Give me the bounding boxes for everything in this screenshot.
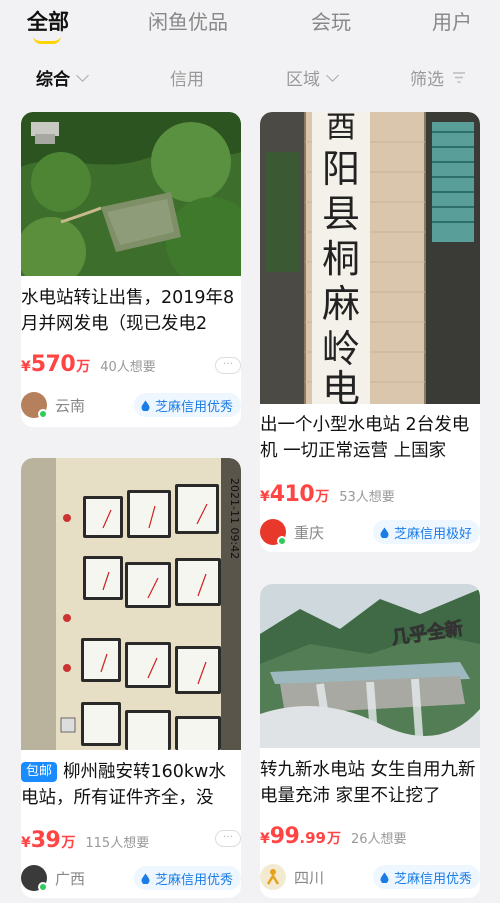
avatar[interactable] (21, 392, 48, 419)
listing-photo[interactable]: 酉 阳 县 桐 麻 岭 电 (260, 112, 480, 404)
want-count: 53人想要 (339, 490, 395, 505)
sesame-credit-icon (380, 527, 389, 538)
online-status-dot (277, 536, 287, 546)
listing-photo[interactable]: 几乎全新 (260, 584, 480, 748)
price-decimal: .99 (299, 829, 326, 847)
price-currency: ¥ (260, 831, 270, 847)
seller-row: 云南 芝麻信用优秀 (21, 390, 241, 420)
credit-label: 芝麻信用优秀 (154, 399, 233, 415)
listing-title: 出一个小型水电站 2台发电机 一切正常运营 上国家 (260, 415, 470, 461)
filter-overall-label: 综合 (36, 70, 70, 90)
active-tab-indicator (33, 36, 61, 44)
sign-text: 酉 (326, 112, 356, 145)
svg-text:岭: 岭 (322, 327, 360, 371)
svg-text:电: 电 (322, 367, 360, 404)
price-unit: 万 (326, 831, 341, 847)
filter-overall[interactable]: 综合 (36, 65, 89, 90)
credit-label: 芝麻信用优秀 (393, 871, 472, 887)
want-count: 40人想要 (100, 360, 156, 375)
price-value: 570 (30, 352, 76, 377)
tab-users[interactable]: 用户 (432, 6, 472, 35)
want-count: 115人想要 (85, 836, 150, 851)
listing-card[interactable]: 几乎全新 转九新水电站 女生自用九新 电量充沛 家里不让挖了 ¥ 99 .99 … (260, 584, 480, 898)
more-options-button[interactable]: ··· (215, 830, 241, 847)
svg-text:阳: 阳 (322, 147, 360, 191)
price-currency: ¥ (21, 835, 31, 851)
listing-card[interactable]: 2021-11 09:42 包邮 柳州融安转160kw水电站，所有证件齐全，没 ¥… (21, 458, 241, 898)
sesame-credit-icon (141, 400, 150, 411)
price-row: ¥ 570 万 40人想要 (21, 352, 241, 378)
filter-credit-label: 信用 (170, 70, 204, 90)
tab-play[interactable]: 会玩 (311, 6, 351, 35)
listing-title: 转九新水电站 女生自用九新 电量充沛 家里不让挖了 (260, 760, 476, 806)
credit-label: 芝麻信用极好 (393, 526, 472, 542)
price-value: 39 (30, 828, 61, 853)
listing-card[interactable]: 酉 阳 县 桐 麻 岭 电 出一个小型水电站 2台发电机 一切正常运营 上国家 … (260, 112, 480, 552)
listing-card[interactable]: 水电站转让出售，2019年8月并网发电（现已发电2 ¥ 570 万 40人想要 … (21, 112, 241, 427)
chevron-down-icon (76, 68, 89, 82)
seller-region: 广西 (55, 869, 86, 888)
online-status-dot (38, 882, 48, 892)
svg-text:桐: 桐 (322, 237, 360, 281)
avatar[interactable] (260, 519, 287, 546)
price-row: ¥ 99 .99 万 26人想要 (260, 824, 480, 850)
price-value: 410 (269, 482, 315, 507)
seller-row: 广西 芝麻信用优秀 (21, 863, 241, 893)
seller-row: 四川 芝麻信用优秀 (260, 862, 480, 892)
filter-bar: 综合 信用 区域 筛选 (0, 52, 500, 100)
avatar[interactable] (260, 864, 286, 890)
more-options-button[interactable]: ··· (215, 357, 241, 374)
credit-badge: 芝麻信用优秀 (133, 866, 241, 890)
svg-text:县: 县 (322, 192, 360, 236)
listing-title: 水电站转让出售，2019年8月并网发电（现已发电2 (21, 288, 235, 334)
filter-region-label: 区域 (286, 70, 320, 90)
credit-badge: 芝麻信用极好 (372, 520, 480, 544)
credit-label: 芝麻信用优秀 (154, 872, 233, 888)
price-unit: 万 (61, 835, 76, 851)
listing-photo[interactable]: 2021-11 09:42 (21, 458, 241, 750)
price-currency: ¥ (21, 359, 31, 375)
listing-photo[interactable] (21, 112, 241, 276)
credit-badge: 芝麻信用优秀 (372, 865, 480, 889)
top-tab-bar: 全部 闲鱼优品 会玩 用户 (0, 0, 500, 46)
filter-region[interactable]: 区域 (286, 65, 339, 90)
svg-text:麻: 麻 (322, 282, 360, 326)
photo-timestamp: 2021-11 09:42 (228, 478, 241, 559)
price-unit: 万 (315, 489, 330, 505)
filter-screen-label: 筛选 (410, 70, 444, 90)
seller-region: 重庆 (294, 523, 325, 542)
free-shipping-badge: 包邮 (21, 762, 58, 782)
price-row: ¥ 39 万 115人想要 (21, 828, 241, 854)
seller-row: 重庆 芝麻信用极好 (260, 517, 480, 547)
chevron-down-icon (326, 68, 339, 82)
price-currency: ¥ (260, 489, 270, 505)
tab-all[interactable]: 全部 (27, 6, 69, 36)
price-value: 99 (269, 824, 300, 849)
filter-credit[interactable]: 信用 (170, 65, 204, 90)
funnel-icon (453, 71, 465, 83)
online-status-dot (38, 409, 48, 419)
want-count: 26人想要 (350, 832, 407, 847)
credit-badge: 芝麻信用优秀 (133, 393, 241, 417)
listing-title: 包邮 柳州融安转160kw水电站，所有证件齐全，没 (21, 759, 241, 811)
price-unit: 万 (76, 359, 91, 375)
seller-region: 四川 (294, 868, 325, 887)
seller-region: 云南 (55, 396, 86, 415)
sesame-credit-icon (380, 872, 389, 883)
price-row: ¥ 410 万 53人想要 (260, 482, 480, 508)
tab-xianyu-select[interactable]: 闲鱼优品 (148, 6, 228, 35)
filter-screen[interactable]: 筛选 (410, 65, 466, 90)
sesame-credit-icon (141, 873, 150, 884)
avatar[interactable] (21, 865, 48, 892)
